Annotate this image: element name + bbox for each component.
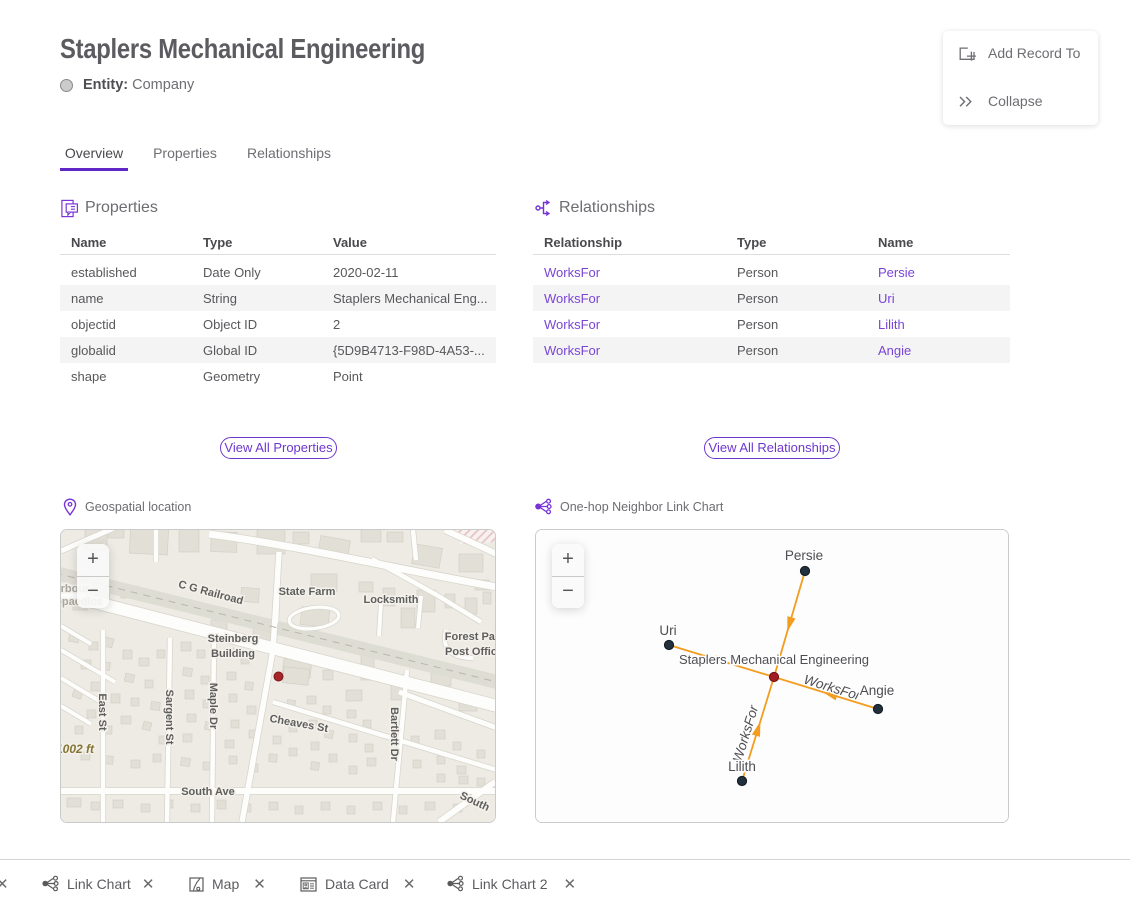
- svg-text:Bartlett Dr: Bartlett Dr: [388, 707, 400, 762]
- svg-text:Staplers Mechanical Engineerin: Staplers Mechanical Engineering: [679, 652, 869, 667]
- svg-text:1002 ft: 1002 ft: [61, 742, 95, 756]
- svg-text:Angie: Angie: [860, 683, 895, 698]
- svg-text:State Farm: State Farm: [279, 586, 336, 598]
- svg-text:Maple Dr: Maple Dr: [207, 683, 219, 730]
- svg-text:Building: Building: [211, 648, 255, 660]
- svg-text:East St: East St: [96, 693, 108, 731]
- svg-text:South Ave: South Ave: [181, 786, 235, 798]
- svg-text:Sargent St: Sargent St: [163, 689, 175, 744]
- svg-text:Locksmith: Locksmith: [363, 594, 418, 606]
- svg-text:Forest Par: Forest Par: [445, 631, 495, 643]
- svg-text:Persie: Persie: [785, 548, 823, 563]
- svg-text:Steinberg: Steinberg: [208, 633, 259, 645]
- svg-text:Lilith: Lilith: [728, 759, 756, 774]
- svg-text:Uri: Uri: [659, 623, 676, 638]
- svg-text:Post Offic: Post Offic: [445, 646, 495, 658]
